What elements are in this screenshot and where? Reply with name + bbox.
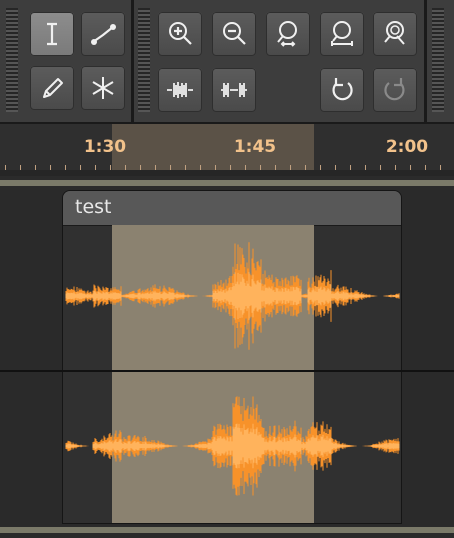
fit-selection-button[interactable]	[266, 12, 310, 56]
toolbar-grip-right[interactable]	[432, 8, 444, 112]
timeline-ruler[interactable]: 1:30 1:45 2:00	[0, 122, 454, 178]
toolbar-separator	[424, 0, 427, 122]
zoom-fit-project-icon	[331, 21, 353, 46]
edit-toolbar-grip[interactable]	[138, 8, 150, 112]
clip-title[interactable]: test	[75, 196, 112, 218]
channel-divider	[0, 370, 454, 372]
silence-audio-button[interactable]	[212, 68, 256, 112]
zoom-toggle-icon	[384, 21, 405, 45]
ruler-label-1-45: 1:45	[233, 137, 277, 157]
silence-icon	[221, 83, 247, 97]
redo-button[interactable]	[373, 68, 417, 112]
track-bottom-bar	[0, 527, 454, 533]
zoom-toggle-button[interactable]	[373, 12, 417, 56]
pencil-icon	[43, 78, 63, 98]
ibeam-icon	[47, 22, 57, 46]
envelope-icon	[91, 24, 116, 45]
trim-audio-button[interactable]	[158, 68, 202, 112]
draw-tool-button[interactable]	[30, 66, 74, 110]
zoom-in-icon	[169, 22, 192, 45]
zoom-out-button[interactable]	[212, 12, 256, 56]
track-top-bar	[0, 180, 454, 186]
redo-icon	[384, 78, 405, 101]
ruler-label-2-00: 2:00	[385, 137, 429, 157]
clip-header[interactable]: test	[63, 191, 401, 226]
fit-project-button[interactable]	[320, 12, 364, 56]
waveform-rms	[65, 423, 400, 469]
selection-tool-button[interactable]	[30, 12, 74, 56]
waveform	[65, 242, 400, 496]
multi-tool-button[interactable]	[81, 66, 125, 110]
asterisk-icon	[92, 77, 114, 99]
zoom-out-icon	[223, 22, 246, 45]
toolbar	[0, 0, 454, 122]
zoom-fit-selection-icon	[277, 21, 297, 47]
zoom-in-button[interactable]	[158, 12, 202, 56]
tools-toolbar-grip[interactable]	[6, 8, 18, 112]
ruler-label-1-30: 1:30	[83, 137, 127, 157]
undo-button[interactable]	[320, 68, 364, 112]
undo-icon	[332, 78, 353, 101]
envelope-tool-button[interactable]	[81, 12, 125, 56]
toolbar-separator	[131, 0, 134, 122]
trim-icon	[167, 82, 193, 98]
